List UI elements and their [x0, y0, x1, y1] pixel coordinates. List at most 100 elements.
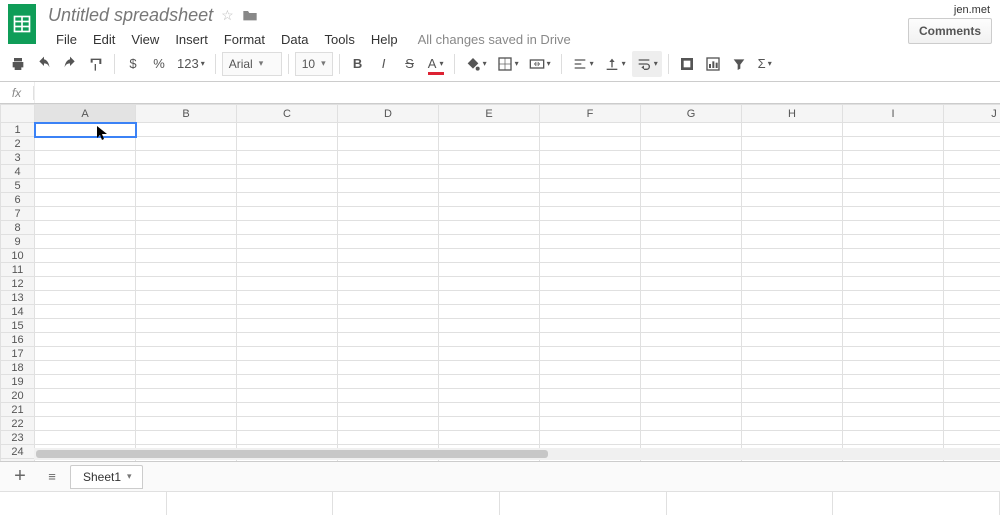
- cell-F12[interactable]: [540, 277, 641, 291]
- cell-A9[interactable]: [35, 235, 136, 249]
- cell-F15[interactable]: [540, 319, 641, 333]
- cell-B3[interactable]: [136, 151, 237, 165]
- cell-D15[interactable]: [338, 319, 439, 333]
- cell-I2[interactable]: [843, 137, 944, 151]
- cell-C4[interactable]: [237, 165, 338, 179]
- menu-help[interactable]: Help: [363, 30, 406, 49]
- cell-B13[interactable]: [136, 291, 237, 305]
- cell-A6[interactable]: [35, 193, 136, 207]
- sheet-tab-1[interactable]: Sheet1 ▾: [70, 465, 143, 489]
- cell-F6[interactable]: [540, 193, 641, 207]
- row-header-9[interactable]: 9: [1, 235, 35, 249]
- cell-B19[interactable]: [136, 375, 237, 389]
- row-header-5[interactable]: 5: [1, 179, 35, 193]
- cell-A12[interactable]: [35, 277, 136, 291]
- cell-F16[interactable]: [540, 333, 641, 347]
- column-header-B[interactable]: B: [136, 105, 237, 123]
- row-header-25[interactable]: 25: [1, 459, 35, 462]
- cell-J10[interactable]: [944, 249, 1000, 263]
- column-header-C[interactable]: C: [237, 105, 338, 123]
- row-header-10[interactable]: 10: [1, 249, 35, 263]
- menu-insert[interactable]: Insert: [167, 30, 216, 49]
- cell-G18[interactable]: [641, 361, 742, 375]
- cell-I17[interactable]: [843, 347, 944, 361]
- cell-C2[interactable]: [237, 137, 338, 151]
- cell-E14[interactable]: [439, 305, 540, 319]
- select-all-corner[interactable]: [1, 105, 35, 123]
- cell-H4[interactable]: [742, 165, 843, 179]
- cell-A8[interactable]: [35, 221, 136, 235]
- cell-C7[interactable]: [237, 207, 338, 221]
- cell-H6[interactable]: [742, 193, 843, 207]
- cell-F7[interactable]: [540, 207, 641, 221]
- row-header-1[interactable]: 1: [1, 123, 35, 137]
- borders-button[interactable]: ▾: [493, 51, 523, 77]
- cell-D19[interactable]: [338, 375, 439, 389]
- cell-J2[interactable]: [944, 137, 1000, 151]
- insert-link-icon[interactable]: [675, 51, 699, 77]
- cell-B18[interactable]: [136, 361, 237, 375]
- row-header-20[interactable]: 20: [1, 389, 35, 403]
- cell-E2[interactable]: [439, 137, 540, 151]
- cell-I4[interactable]: [843, 165, 944, 179]
- cell-B4[interactable]: [136, 165, 237, 179]
- cell-E15[interactable]: [439, 319, 540, 333]
- cell-I10[interactable]: [843, 249, 944, 263]
- cell-C6[interactable]: [237, 193, 338, 207]
- cell-C21[interactable]: [237, 403, 338, 417]
- merge-cells-button[interactable]: ▾: [525, 51, 555, 77]
- print-icon[interactable]: [6, 51, 30, 77]
- cell-H15[interactable]: [742, 319, 843, 333]
- cell-E9[interactable]: [439, 235, 540, 249]
- row-header-14[interactable]: 14: [1, 305, 35, 319]
- comments-button[interactable]: Comments: [908, 18, 992, 44]
- cell-C12[interactable]: [237, 277, 338, 291]
- cell-D7[interactable]: [338, 207, 439, 221]
- cell-D13[interactable]: [338, 291, 439, 305]
- cell-C17[interactable]: [237, 347, 338, 361]
- cell-G22[interactable]: [641, 417, 742, 431]
- v-align-button[interactable]: ▾: [600, 51, 630, 77]
- cell-C9[interactable]: [237, 235, 338, 249]
- cell-D1[interactable]: [338, 123, 439, 137]
- cell-C10[interactable]: [237, 249, 338, 263]
- cell-B22[interactable]: [136, 417, 237, 431]
- cell-F3[interactable]: [540, 151, 641, 165]
- cell-E10[interactable]: [439, 249, 540, 263]
- cell-G10[interactable]: [641, 249, 742, 263]
- text-color-button[interactable]: A▾: [424, 51, 448, 77]
- cell-H5[interactable]: [742, 179, 843, 193]
- cell-G16[interactable]: [641, 333, 742, 347]
- cell-D21[interactable]: [338, 403, 439, 417]
- cell-D23[interactable]: [338, 431, 439, 445]
- cell-E17[interactable]: [439, 347, 540, 361]
- cell-H8[interactable]: [742, 221, 843, 235]
- formula-bar-input[interactable]: [34, 82, 1000, 103]
- cell-C13[interactable]: [237, 291, 338, 305]
- row-header-17[interactable]: 17: [1, 347, 35, 361]
- cell-D17[interactable]: [338, 347, 439, 361]
- cell-I11[interactable]: [843, 263, 944, 277]
- row-header-18[interactable]: 18: [1, 361, 35, 375]
- cell-J13[interactable]: [944, 291, 1000, 305]
- cell-E3[interactable]: [439, 151, 540, 165]
- cell-B12[interactable]: [136, 277, 237, 291]
- cell-H2[interactable]: [742, 137, 843, 151]
- cell-I1[interactable]: [843, 123, 944, 137]
- cell-C8[interactable]: [237, 221, 338, 235]
- functions-button[interactable]: Σ▾: [753, 51, 777, 77]
- number-format-button[interactable]: 123▾: [173, 51, 209, 77]
- filter-icon[interactable]: [727, 51, 751, 77]
- cell-H22[interactable]: [742, 417, 843, 431]
- cell-H3[interactable]: [742, 151, 843, 165]
- cell-A22[interactable]: [35, 417, 136, 431]
- cell-C23[interactable]: [237, 431, 338, 445]
- font-name-select[interactable]: Arial▾: [222, 52, 282, 76]
- cell-F23[interactable]: [540, 431, 641, 445]
- fill-color-button[interactable]: ▾: [461, 51, 491, 77]
- cell-I15[interactable]: [843, 319, 944, 333]
- cell-E22[interactable]: [439, 417, 540, 431]
- spreadsheet-grid[interactable]: ABCDEFGHIJ123456789101112131415161718192…: [0, 104, 1000, 461]
- cell-H19[interactable]: [742, 375, 843, 389]
- cell-H9[interactable]: [742, 235, 843, 249]
